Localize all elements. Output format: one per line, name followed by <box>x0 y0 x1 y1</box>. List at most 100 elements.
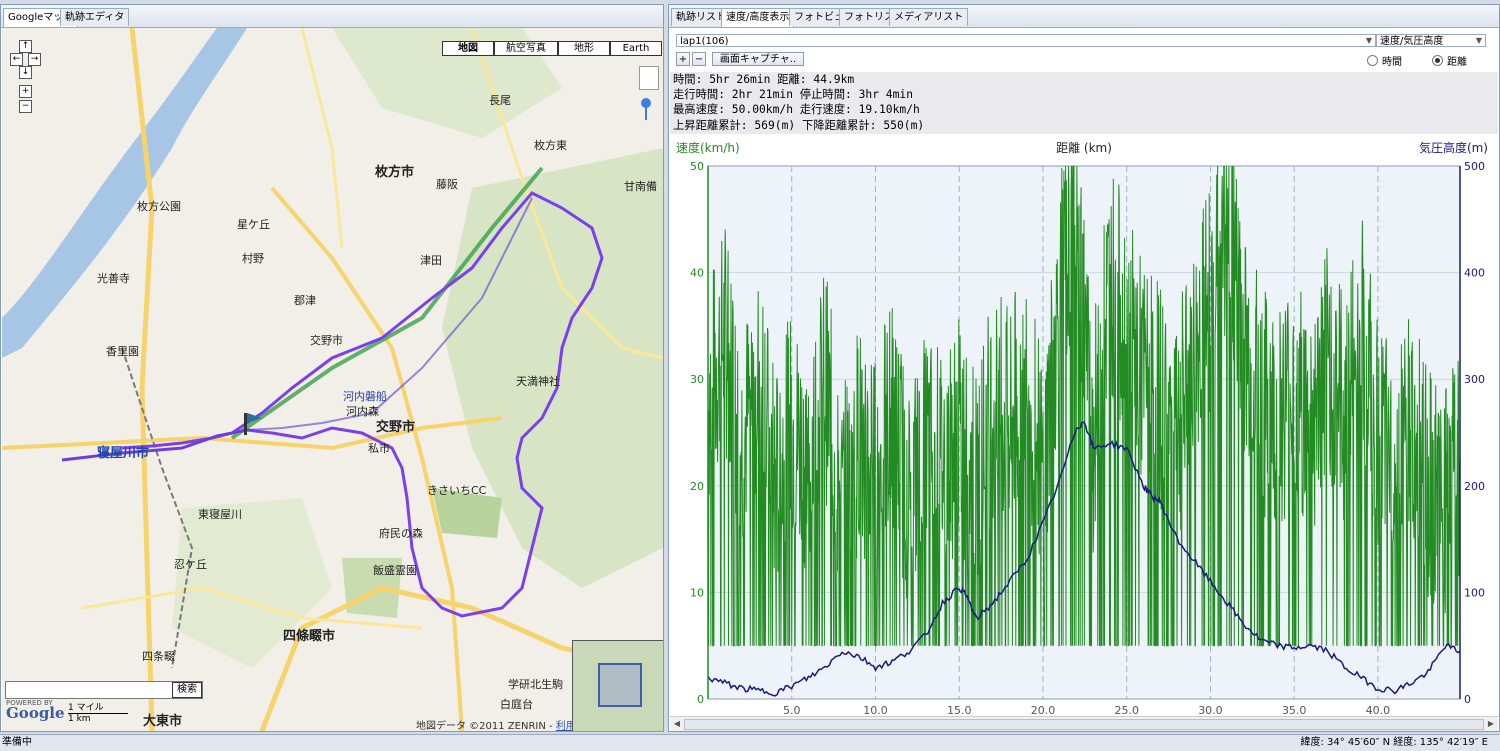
map-type-selector: 地図 航空写真 地形 Earth <box>442 41 662 56</box>
map-label-hoshigaoka: 星ケ丘 <box>237 218 270 231</box>
x-axis-title: 距離 (km) <box>1056 141 1112 155</box>
map-label-neyagawa: 寝屋川市 <box>97 446 150 461</box>
map-type-terrain[interactable]: 地形 <box>558 41 610 56</box>
tab-media-list[interactable]: メディアリスト <box>889 8 969 26</box>
map-label-gakken-kita-ikoma: 学研北生駒 <box>508 678 563 691</box>
pan-down-icon[interactable]: ↓ <box>19 66 32 79</box>
y-axis-title-left: 速度(km/h) <box>676 140 740 155</box>
map-pane: Googleマップ 軌跡エディタ 枚方市 交野市 寝屋川市 四條畷市 大東市 藤… <box>0 4 664 732</box>
lap-select[interactable]: lap1(106) ▼ <box>676 34 1376 47</box>
map-label-shijonawate-st: 四条畷 <box>142 650 175 663</box>
track-stats: 時間: 5hr 26min 距離: 44.9km 走行時間: 2hr 21min… <box>670 72 1498 134</box>
chart-pane: 軌跡リスト 速度/高度表示 フォトビュー フォトリスト メディアリスト lap1… <box>668 4 1500 732</box>
google-map[interactable]: 枚方市 交野市 寝屋川市 四條畷市 大東市 藤阪 津田 枚方公園 光善寺 香里園… <box>2 28 663 731</box>
zoom-out-icon[interactable]: − <box>19 100 32 113</box>
mode-select[interactable]: 速度/気圧高度 ▼ <box>1376 34 1486 47</box>
y-tick-left: 20 <box>690 480 704 493</box>
map-search-button[interactable]: 検索 <box>172 682 202 698</box>
stat-elevation: 上昇距離累計: 569(m) 下降距離累計: 550(m) <box>673 118 925 132</box>
chevron-down-icon: ▼ <box>1475 36 1483 45</box>
scroll-left-icon[interactable]: ◀ <box>672 719 682 728</box>
y-tick-left: 50 <box>690 160 704 173</box>
map-label-kisaichi: 私市 <box>368 442 390 455</box>
zoom-out-button[interactable]: − <box>692 52 706 66</box>
map-label-shiraniwadai: 白庭台 <box>500 698 533 711</box>
y-tick-right: 0 <box>1464 693 1471 706</box>
y-axis-title-right: 気圧高度(m) <box>1419 140 1488 155</box>
map-label-nagao: 長尾 <box>489 94 511 107</box>
radio-distance-dot <box>1432 55 1443 66</box>
status-text: 準備中 <box>2 737 32 748</box>
pan-up-icon[interactable]: ↑ <box>19 40 32 53</box>
right-tab-bar: 軌跡リスト 速度/高度表示 フォトビュー フォトリスト メディアリスト <box>669 5 1499 28</box>
map-type-map[interactable]: 地図 <box>442 41 494 56</box>
y-tick-right: 400 <box>1464 267 1485 280</box>
map-label-kawachi-iwafune: 河内磐船 <box>343 390 387 403</box>
map-label-shinobugaoka: 忍ケ丘 <box>174 558 207 571</box>
map-label-hirakata: 枚方市 <box>375 165 415 180</box>
stat-moving-stopped: 走行時間: 2hr 21min 停止時間: 3hr 4min <box>673 88 914 102</box>
chart-svg: 0102030405001002003004005005.0 10.0 15.0 20… <box>676 140 1488 717</box>
y-tick-right: 500 <box>1464 160 1485 173</box>
y-tick-right: 200 <box>1464 480 1485 493</box>
scrollbar-thumb[interactable] <box>684 719 1484 730</box>
map-label-kisaichi-cc: きさいちCC <box>427 484 487 497</box>
map-type-earth[interactable]: Earth <box>610 41 662 56</box>
stat-speeds: 最高速度: 50.00km/h 走行速度: 19.10km/h <box>673 103 920 117</box>
lap-select-value: lap1(106) <box>680 36 729 47</box>
chevron-down-icon: ▼ <box>1365 36 1373 45</box>
chart-scrollbar[interactable]: ◀ ▶ <box>670 716 1498 731</box>
screen-capture-button[interactable]: 画面キャプチャ.. <box>712 52 804 66</box>
chart-controls: lap1(106) ▼ 速度/気圧高度 ▼ + − 画面キャプチャ.. 時間 距… <box>670 28 1498 72</box>
map-label-fumin-no-mori: 府民の森 <box>379 527 423 540</box>
map-label-kannabi: 甘南備 <box>624 180 657 193</box>
map-type-satellite[interactable]: 航空写真 <box>494 41 558 56</box>
radio-time[interactable]: 時間 <box>1367 53 1402 68</box>
copyright-text: 地図データ ©2011 ZENRIN <box>416 721 546 731</box>
y-tick-left: 10 <box>690 586 704 599</box>
radio-time-label: 時間 <box>1382 57 1402 68</box>
scale-mile: 1 マイル <box>68 700 128 714</box>
stat-time-distance: 時間: 5hr 26min 距離: 44.9km <box>673 73 855 86</box>
street-view-pegman-icon[interactable] <box>639 66 659 90</box>
map-label-katano: 交野市 <box>376 420 416 435</box>
map-label-iimori-reien: 飯盛霊園 <box>373 564 417 577</box>
pan-right-icon[interactable]: → <box>28 53 41 66</box>
map-scale: 1 マイル 1 km <box>68 700 128 724</box>
map-label-murano: 村野 <box>242 252 264 265</box>
map-label-hirakata-koen: 枚方公園 <box>137 200 181 213</box>
y-tick-right: 300 <box>1464 373 1485 386</box>
map-label-daito: 大東市 <box>143 714 183 729</box>
pan-left-icon[interactable]: ← <box>10 53 23 66</box>
map-label-tsuda: 津田 <box>420 254 442 267</box>
y-tick-left: 0 <box>697 693 704 706</box>
y-tick-left: 30 <box>690 373 704 386</box>
minimap-viewport[interactable] <box>598 663 642 707</box>
map-copyright: 地図データ ©2011 ZENRIN - 利用規約 <box>416 717 596 731</box>
radio-distance-label: 距離 <box>1447 57 1467 68</box>
zoom-in-icon[interactable]: + <box>19 85 32 98</box>
map-label-higashi-neyagawa: 東寝屋川 <box>198 508 242 521</box>
scale-km: 1 km <box>68 714 91 724</box>
google-logo: Google <box>6 704 65 722</box>
left-tab-bar: Googleマップ 軌跡エディタ <box>1 5 663 28</box>
speed-altitude-chart[interactable]: 0 10 20 30 40 50 0 100 200 300 400 500 5.0 10.0 15.0 20… <box>670 134 1498 718</box>
tab-speed-altitude[interactable]: 速度/高度表示 <box>721 8 795 27</box>
map-label-fujisaka: 藤阪 <box>436 178 458 191</box>
y-tick-left: 40 <box>690 267 704 280</box>
map-label-tenman-shrine: 天満神社 <box>516 375 560 388</box>
overview-minimap[interactable] <box>572 640 663 731</box>
tab-track-editor[interactable]: 軌跡エディタ <box>60 8 130 26</box>
radio-distance[interactable]: 距離 <box>1432 53 1467 68</box>
zoom-in-button[interactable]: + <box>676 52 690 66</box>
map-label-kozenji: 光善寺 <box>97 272 130 285</box>
status-bar: 準備中 緯度: 34° 45′60″ N 経度: 135° 42′19″ E <box>0 734 1500 751</box>
map-label-hirakata-higashi: 枚方東 <box>534 139 567 152</box>
map-label-kawachimori: 河内森 <box>346 405 379 418</box>
map-label-shijonawate: 四條畷市 <box>283 629 336 644</box>
y-tick-right: 100 <box>1464 586 1485 599</box>
map-label-kozu: 郡津 <box>294 294 316 307</box>
coordinate-readout: 緯度: 34° 45′60″ N 経度: 135° 42′19″ E <box>1300 737 1488 748</box>
scroll-right-icon[interactable]: ▶ <box>1486 719 1496 728</box>
map-label-korien: 香里園 <box>106 345 139 358</box>
